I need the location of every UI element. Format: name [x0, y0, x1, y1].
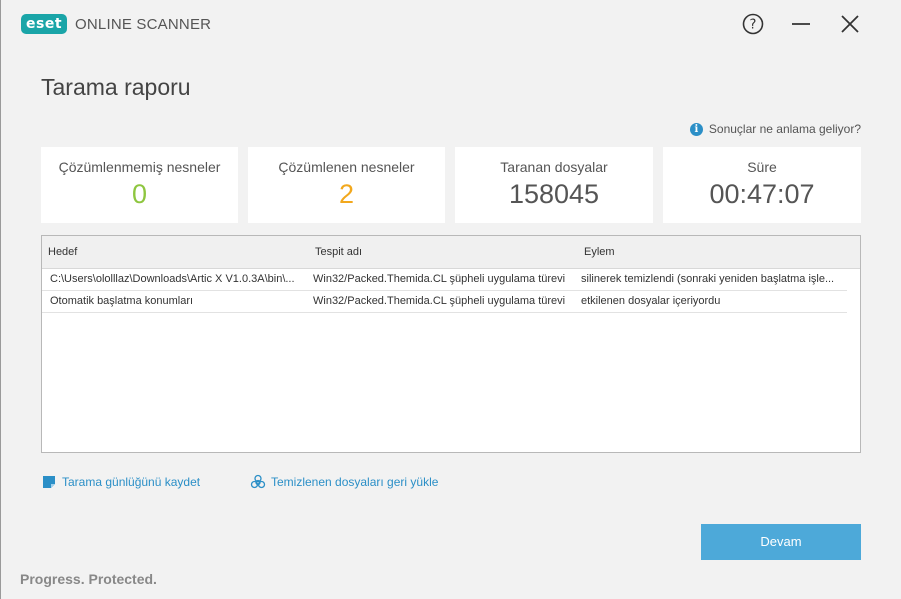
- svg-text:?: ?: [750, 18, 757, 33]
- cell-detection: Win32/Packed.Themida.CL şüpheli uygulama…: [313, 273, 566, 285]
- table-header: Hedef Tespit adı Eylem: [42, 236, 860, 269]
- cell-action: etkilenen dosyalar içeriyordu: [581, 295, 721, 307]
- page-title: Tarama raporu: [41, 74, 191, 100]
- minimize-icon: [792, 23, 810, 25]
- close-icon: [841, 15, 859, 33]
- cell-target: C:\Users\ololllaz\Downloads\Artic X V1.0…: [50, 273, 295, 285]
- stat-value: 00:47:07: [709, 179, 815, 209]
- stat-resolved: Çözümlenen nesneler 2: [248, 147, 445, 223]
- cell-action: silinerek temizlendi (sonraki yeniden ba…: [581, 273, 835, 285]
- save-document-icon: [43, 476, 55, 488]
- biohazard-icon: [250, 474, 266, 489]
- app-logo: eset ONLINE SCANNER: [21, 14, 211, 34]
- cell-detection: Win32/Packed.Themida.CL şüpheli uygulama…: [313, 295, 566, 307]
- footer-tagline: Progress. Protected.: [20, 571, 157, 587]
- stat-label: Süre: [747, 159, 777, 175]
- stat-value: 2: [338, 179, 355, 209]
- column-header-target[interactable]: Hedef: [48, 246, 77, 258]
- window-border: [0, 0, 1, 599]
- table-row[interactable]: C:\Users\ololllaz\Downloads\Artic X V1.0…: [42, 269, 847, 291]
- stat-scanned-files: Taranan dosyalar 158045: [455, 147, 653, 223]
- save-scan-log-link[interactable]: Tarama günlüğünü kaydet: [41, 474, 200, 490]
- close-button[interactable]: [838, 12, 862, 36]
- table-row[interactable]: Otomatik başlatma konumları Win32/Packed…: [42, 291, 847, 313]
- column-header-detection[interactable]: Tespit adı: [315, 246, 362, 258]
- restore-cleaned-files-link[interactable]: Temizlenen dosyaları geri yükle: [250, 474, 438, 490]
- detections-table[interactable]: Hedef Tespit adı Eylem C:\Users\ololllaz…: [41, 235, 861, 453]
- stat-value: 0: [131, 179, 148, 209]
- column-header-action[interactable]: Eylem: [584, 246, 615, 258]
- cell-target: Otomatik başlatma konumları: [50, 295, 194, 307]
- app-name: ONLINE SCANNER: [75, 15, 212, 33]
- stat-duration: Süre 00:47:07: [663, 147, 861, 223]
- stat-label: Çözümlenmemiş nesneler: [58, 159, 221, 175]
- question-circle-icon: ?: [742, 13, 764, 35]
- stat-label: Taranan dosyalar: [500, 159, 608, 175]
- stat-value: 158045: [508, 179, 600, 209]
- eset-logo: eset: [21, 14, 68, 34]
- save-scan-log-label: Tarama günlüğünü kaydet: [62, 475, 201, 489]
- stat-unresolved: Çözümlenmemiş nesneler 0: [41, 147, 238, 223]
- stat-label: Çözümlenen nesneler: [278, 159, 415, 175]
- restore-cleaned-files-label: Temizlenen dosyaları geri yükle: [271, 475, 439, 489]
- info-icon: i: [689, 122, 703, 136]
- stats-panel: Çözümlenmemiş nesneler 0 Çözümlenen nesn…: [41, 147, 861, 223]
- continue-button[interactable]: Devam: [701, 524, 861, 560]
- minimize-button[interactable]: [789, 12, 813, 36]
- results-help-label: Sonuçlar ne anlama geliyor?: [708, 122, 861, 136]
- help-button[interactable]: ?: [741, 12, 765, 36]
- results-help-link[interactable]: i Sonuçlar ne anlama geliyor?: [689, 122, 861, 136]
